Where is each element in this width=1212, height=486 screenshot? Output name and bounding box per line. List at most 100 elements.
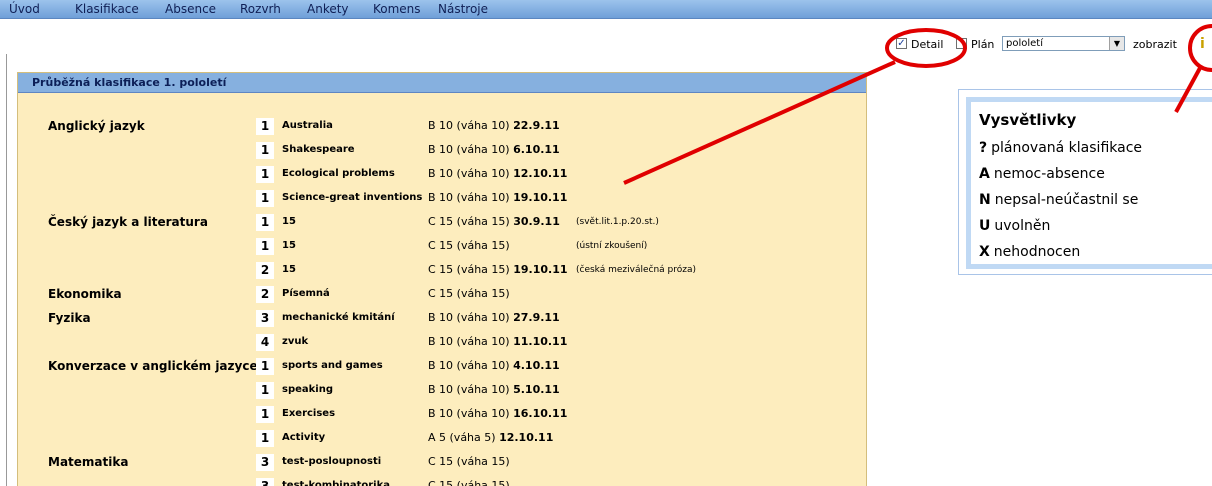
grade-info: C 15 (váha 15) bbox=[428, 287, 510, 300]
grade-value: 3 bbox=[256, 310, 274, 327]
grade-topic: 15 bbox=[282, 240, 296, 251]
grade-date: 16.10.11 bbox=[513, 407, 568, 420]
grade-value: 1 bbox=[256, 358, 274, 375]
grade-topic: Písemná bbox=[282, 288, 330, 299]
grade-topic: Exercises bbox=[282, 408, 336, 419]
subject-name: Fyzika bbox=[48, 311, 91, 325]
grade-value: 2 bbox=[256, 262, 274, 279]
grade-info: C 15 (váha 15) bbox=[428, 239, 510, 252]
plan-checkbox[interactable] bbox=[956, 38, 967, 49]
legend-inner: Vysvětlivky ? plánovaná klasifikace Anemoc… bbox=[966, 97, 1212, 269]
grade-date: 19.10.11 bbox=[513, 263, 568, 276]
grade-topic: Australia bbox=[282, 120, 333, 131]
grade-topic: mechanické kmitání bbox=[282, 312, 395, 323]
menu-item-absence[interactable]: Absence bbox=[165, 2, 216, 16]
grade-info: B 10 (váha 10) 27.9.11 bbox=[428, 311, 560, 324]
grade-value: 2 bbox=[256, 286, 274, 303]
legend-text: nehodnocen bbox=[993, 244, 1081, 260]
grade-info: C 15 (váha 15) bbox=[428, 455, 510, 468]
grade-note: (ústní zkoušení) bbox=[576, 241, 648, 251]
grade-panel: Průběžná klasifikace 1. pololetí Anglick… bbox=[17, 72, 867, 486]
menu-bar: Úvod Klasifikace Absence Rozvrh Ankety K… bbox=[0, 0, 1212, 19]
grade-value: 4 bbox=[256, 334, 274, 351]
grade-weight: B 10 (váha 10) bbox=[428, 335, 510, 348]
chevron-down-icon[interactable]: ▼ bbox=[1109, 37, 1124, 50]
grade-weight: B 10 (váha 10) bbox=[428, 359, 510, 372]
menu-item-nastroje[interactable]: Nástroje bbox=[438, 2, 488, 16]
grade-topic: sports and games bbox=[282, 360, 383, 371]
grade-info: B 10 (váha 10) 11.10.11 bbox=[428, 335, 567, 348]
grade-topic: test-posloupnosti bbox=[282, 456, 382, 467]
grade-date: 5.10.11 bbox=[513, 383, 560, 396]
legend-item: Anemoc-absence bbox=[979, 166, 1105, 182]
grade-value: 1 bbox=[256, 190, 274, 207]
subject-name: Matematika bbox=[48, 455, 129, 469]
menu-item-uvod[interactable]: Úvod bbox=[9, 2, 40, 16]
panel-title: Průběžná klasifikace 1. pololetí bbox=[32, 76, 227, 89]
grade-value: 1 bbox=[256, 382, 274, 399]
grade-date: 22.9.11 bbox=[513, 119, 560, 132]
grade-topic: 15 bbox=[282, 264, 296, 275]
subject-name: Konverzace v anglickém jazyce bbox=[48, 359, 258, 373]
grade-info: B 10 (váha 10) 6.10.11 bbox=[428, 143, 560, 156]
grade-value: 1 bbox=[256, 214, 274, 231]
subject-name: Ekonomika bbox=[48, 287, 122, 301]
subject-name: Anglický jazyk bbox=[48, 119, 145, 133]
grade-date: 12.10.11 bbox=[499, 431, 554, 444]
menu-item-ankety[interactable]: Ankety bbox=[307, 2, 349, 16]
legend-box: Vysvětlivky ? plánovaná klasifikace Anemoc… bbox=[958, 89, 1212, 275]
grade-date: 11.10.11 bbox=[513, 335, 568, 348]
legend-code: N bbox=[979, 192, 991, 208]
grade-info: C 15 (váha 15) 19.10.11 bbox=[428, 263, 568, 276]
menu-item-klasifikace[interactable]: Klasifikace bbox=[75, 2, 139, 16]
menu-item-komens[interactable]: Komens bbox=[373, 2, 421, 16]
grade-info: A 5 (váha 5) 12.10.11 bbox=[428, 431, 553, 444]
legend-item: Xnehodnocen bbox=[979, 244, 1080, 260]
period-select[interactable]: pololetí ▼ bbox=[1002, 36, 1125, 51]
legend-item: Uuvolněn bbox=[979, 218, 1050, 234]
grade-topic: zvuk bbox=[282, 336, 309, 347]
grade-info: C 15 (váha 15) 30.9.11 bbox=[428, 215, 560, 228]
grade-topic: test-kombinatorika bbox=[282, 480, 390, 486]
info-icon[interactable]: i bbox=[1200, 36, 1205, 52]
grade-value: 1 bbox=[256, 118, 274, 135]
grade-value: 1 bbox=[256, 166, 274, 183]
grade-weight: C 15 (váha 15) bbox=[428, 479, 510, 486]
grade-value: 3 bbox=[256, 454, 274, 471]
grade-value: 1 bbox=[256, 142, 274, 159]
plan-label: Plán bbox=[971, 38, 995, 51]
grade-value: 3 bbox=[256, 478, 274, 486]
grade-topic: Science-great inventions bbox=[282, 192, 423, 203]
legend-title: Vysvětlivky bbox=[979, 111, 1077, 129]
grade-weight: B 10 (váha 10) bbox=[428, 167, 510, 180]
detail-checkbox[interactable]: ✓ bbox=[896, 38, 907, 49]
grade-note: (česká meziválečná próza) bbox=[576, 265, 697, 275]
grade-weight: B 10 (váha 10) bbox=[428, 119, 510, 132]
grade-value: 1 bbox=[256, 406, 274, 423]
grade-date: 27.9.11 bbox=[513, 311, 560, 324]
grade-weight: C 15 (váha 15) bbox=[428, 287, 510, 300]
grade-topic: speaking bbox=[282, 384, 333, 395]
menu-item-rozvrh[interactable]: Rozvrh bbox=[240, 2, 281, 16]
show-link[interactable]: zobrazit bbox=[1133, 38, 1177, 51]
grade-topic: Ecological problems bbox=[282, 168, 395, 179]
legend-text: uvolněn bbox=[994, 218, 1051, 234]
legend-item: ? plánovaná klasifikace bbox=[979, 140, 1142, 156]
subject-name: Český jazyk a literatura bbox=[48, 215, 208, 229]
grade-weight: C 15 (váha 15) bbox=[428, 263, 510, 276]
grade-info: C 15 (váha 15) bbox=[428, 479, 510, 486]
grade-value: 1 bbox=[256, 430, 274, 447]
grade-weight: A 5 (váha 5) bbox=[428, 431, 496, 444]
grade-weight: C 15 (váha 15) bbox=[428, 455, 510, 468]
grade-value: 1 bbox=[256, 238, 274, 255]
legend-item: Nnepsal-neúčastnil se bbox=[979, 192, 1138, 208]
grade-date: 30.9.11 bbox=[513, 215, 560, 228]
left-divider bbox=[6, 54, 7, 486]
panel-header: Průběžná klasifikace 1. pololetí bbox=[18, 73, 866, 93]
grade-info: B 10 (váha 10) 5.10.11 bbox=[428, 383, 560, 396]
legend-text: plánovaná klasifikace bbox=[991, 140, 1143, 156]
grade-date: 6.10.11 bbox=[513, 143, 560, 156]
legend-code: U bbox=[979, 218, 991, 234]
grade-info: B 10 (váha 10) 12.10.11 bbox=[428, 167, 567, 180]
legend-code: X bbox=[979, 244, 990, 260]
